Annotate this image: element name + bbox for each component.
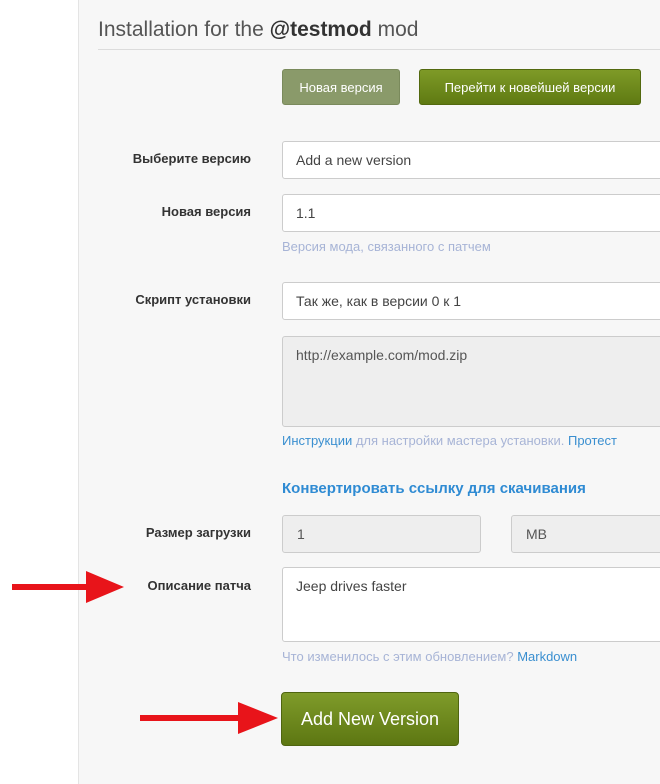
- new-version-button[interactable]: Новая версия: [282, 69, 400, 105]
- new-version-input[interactable]: 1.1: [282, 194, 660, 232]
- patch-notes-label: Описание патча: [147, 578, 252, 593]
- markdown-link[interactable]: Markdown: [517, 649, 577, 664]
- title-suffix: mod: [371, 18, 419, 41]
- install-script-label: Скрипт установки: [135, 292, 251, 307]
- new-version-label: Новая версия: [161, 204, 251, 219]
- download-size-unit-select[interactable]: MB: [511, 515, 660, 553]
- goto-latest-version-button[interactable]: Перейти к новейшей версии: [419, 69, 641, 105]
- test-link[interactable]: Протест: [568, 433, 617, 448]
- select-version-label: Выберите версию: [132, 151, 251, 166]
- download-size-label: Размер загрузки: [145, 525, 251, 540]
- left-gutter: [0, 0, 79, 784]
- patch-notes-help: Что изменилось с этим обновлением? Markd…: [282, 649, 577, 664]
- convert-download-link[interactable]: Конвертировать ссылку для скачивания: [282, 480, 586, 497]
- add-new-version-button[interactable]: Add New Version: [281, 692, 459, 746]
- annotation-arrow-submit: [140, 702, 278, 734]
- patch-notes-help-text: Что изменилось с этим обновлением?: [282, 649, 518, 664]
- download-size-input[interactable]: 1: [282, 515, 481, 553]
- page-title: Installation for the @testmod mod: [98, 18, 418, 42]
- select-version-dropdown[interactable]: Add a new version: [282, 141, 660, 179]
- mod-name: @testmod: [269, 18, 372, 41]
- instructions-link[interactable]: Инструкции: [282, 433, 352, 448]
- title-prefix: Installation for the: [98, 18, 270, 41]
- install-script-dropdown[interactable]: Так же, как в версии 0 к 1: [282, 282, 660, 320]
- install-script-help-text: для настройки мастера установки.: [352, 433, 568, 448]
- annotation-arrow-patch-notes: [12, 571, 124, 603]
- install-script-help: Инструкции для настройки мастера установ…: [282, 433, 617, 448]
- title-divider: [98, 49, 660, 50]
- install-script-textarea[interactable]: http://example.com/mod.zip: [282, 336, 660, 427]
- patch-notes-textarea[interactable]: Jeep drives faster: [282, 567, 660, 642]
- new-version-help: Версия мода, связанного с патчем: [282, 239, 491, 254]
